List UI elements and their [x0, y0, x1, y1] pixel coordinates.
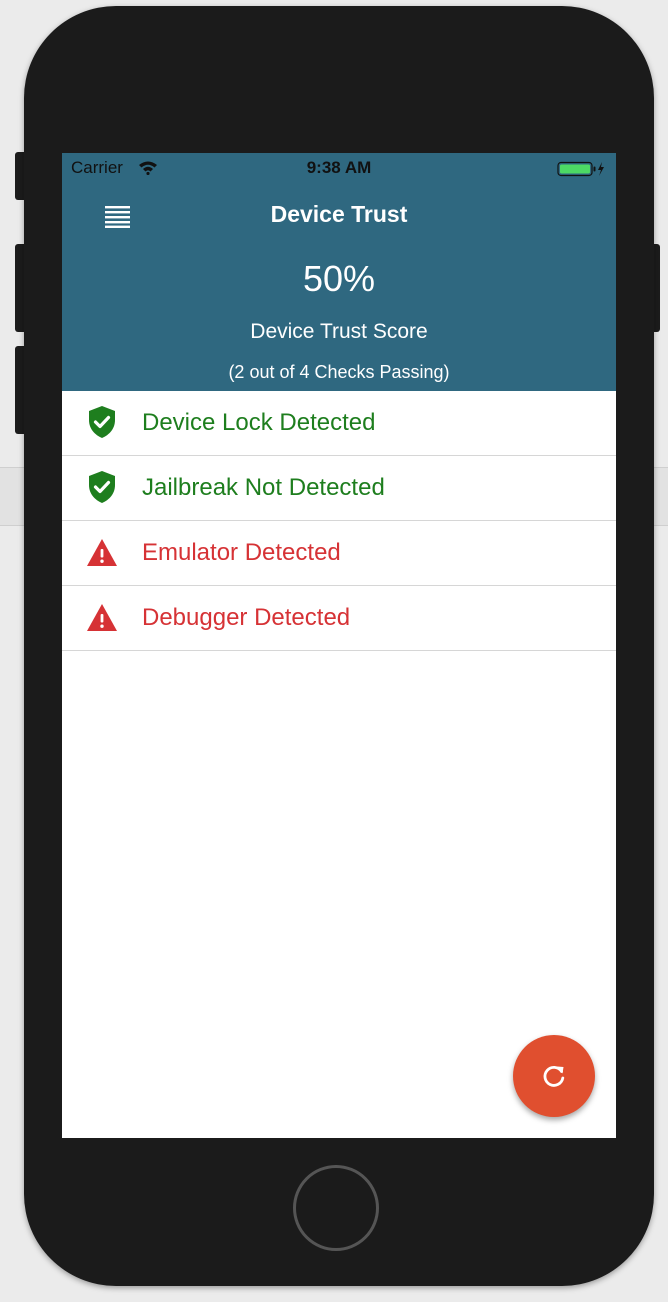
check-label: Device Lock Detected [142, 409, 376, 436]
trust-score-label: Device Trust Score [250, 320, 428, 343]
home-button[interactable] [293, 1165, 379, 1251]
page-title: Device Trust [270, 201, 408, 227]
check-item-emulator[interactable]: Emulator Detected [62, 521, 616, 586]
app-header: Carrier 9:38 AM Device Trust 50% Device … [62, 153, 616, 391]
trust-score-value: 50% [302, 258, 376, 299]
refresh-button[interactable] [513, 1035, 595, 1117]
check-label: Emulator Detected [142, 539, 341, 566]
checks-summary: (2 out of 4 Checks Passing) [228, 362, 450, 382]
refresh-icon [543, 1066, 565, 1087]
check-item-device-lock[interactable]: Device Lock Detected [62, 391, 616, 456]
shield-check-icon [89, 406, 115, 438]
check-label: Debugger Detected [142, 604, 351, 631]
status-time: 9:38 AM [306, 158, 372, 177]
check-item-jailbreak[interactable]: Jailbreak Not Detected [62, 456, 616, 521]
check-item-debugger[interactable]: Debugger Detected [62, 586, 616, 651]
status-bar: Carrier 9:38 AM [62, 153, 616, 183]
battery-charging-icon [557, 161, 604, 177]
shield-check-icon [89, 471, 115, 503]
warning-triangle-icon [87, 539, 117, 566]
checks-list: Device Lock Detected Jailbreak Not Detec… [62, 391, 616, 651]
phone-screen: Carrier 9:38 AM Device Trust 50% Device … [62, 153, 616, 1138]
warning-triangle-icon [87, 604, 117, 631]
check-label: Jailbreak Not Detected [142, 474, 385, 501]
